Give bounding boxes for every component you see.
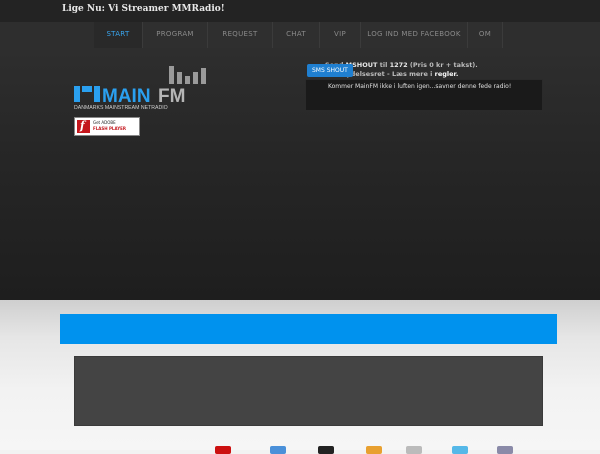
mainfm-logo[interactable]: MAIN FM DANMARKS MAINSTREAM NETRADIO — [74, 66, 208, 112]
blue-banner — [60, 314, 557, 344]
now-playing-text: Lige Nu: Vi Streamer MMRadio! — [62, 4, 225, 14]
logo-fm-text: FM — [158, 86, 185, 107]
logo-tagline: DANMARKS MAINSTREAM NETRADIO — [74, 105, 168, 111]
twitter-icon[interactable] — [452, 446, 468, 454]
nav-item-vip[interactable]: VIP — [320, 22, 361, 48]
social-grey-icon[interactable] — [406, 446, 422, 454]
social-purple-icon[interactable] — [497, 446, 513, 454]
nav-item-request[interactable]: REQUEST — [208, 22, 273, 48]
facebook-icon[interactable] — [270, 446, 286, 454]
sms-shout-tab[interactable]: SMS SHOUT — [307, 64, 353, 77]
shout-message: Kommer MainFM ikke i luften igen...savne… — [328, 83, 512, 90]
shoutbox: Kommer MainFM ikke i luften igen...savne… — [305, 79, 543, 111]
nav-item-chat[interactable]: CHAT — [273, 22, 320, 48]
flash-icon: f — [77, 119, 90, 133]
social-dark-icon[interactable] — [318, 446, 334, 454]
nav-item-facebook-login[interactable]: LOG IND MED FACEBOOK — [361, 22, 468, 48]
nav-bar: START PROGRAM REQUEST CHAT VIP LOG IND M… — [0, 22, 600, 49]
rss-icon[interactable] — [366, 446, 382, 454]
logo-main-text: MAIN — [102, 86, 151, 107]
main-nav: START PROGRAM REQUEST CHAT VIP LOG IND M… — [94, 22, 503, 48]
content-panel — [74, 356, 543, 426]
top-bar: Lige Nu: Vi Streamer MMRadio! — [0, 0, 600, 23]
sms-shout-instructions: Send MSHOUT til 1272 (Pris 0 kr + takst)… — [325, 61, 478, 78]
nav-item-om[interactable]: OM — [468, 22, 503, 48]
get-flash-player-badge[interactable]: f Get ADOBE FLASH PLAYER — [74, 117, 140, 136]
nav-item-start[interactable]: START — [94, 22, 143, 48]
nav-item-program[interactable]: PROGRAM — [143, 22, 208, 48]
rules-link[interactable]: regler. — [435, 70, 459, 78]
flash-badge-text: Get ADOBE FLASH PLAYER — [93, 120, 126, 131]
youtube-icon[interactable] — [215, 446, 231, 454]
